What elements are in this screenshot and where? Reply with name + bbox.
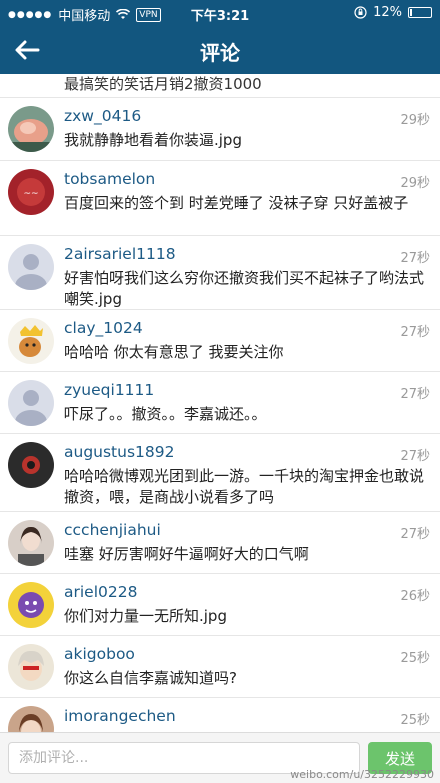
- comment-username[interactable]: clay_1024: [64, 319, 143, 337]
- orientation-lock-icon: [354, 6, 367, 19]
- comment-username[interactable]: zyueqi1111: [64, 381, 154, 399]
- comment-time: 27秒: [400, 325, 430, 340]
- post-caption-snippet: 最搞笑的笑话月销2撤资1000: [0, 74, 440, 98]
- comment-text: 我就静静地看着你装逼.jpg: [64, 131, 242, 149]
- avatar[interactable]: ~~: [8, 169, 54, 215]
- svg-text:~~: ~~: [23, 189, 38, 199]
- comment-time: 27秒: [400, 387, 430, 402]
- comment-time: 27秒: [400, 251, 430, 266]
- comment-time: 27秒: [400, 449, 430, 464]
- comment-item[interactable]: 2airsariel1118 27秒 好害怕呀我们这么穷你还撤资我们买不起袜子了…: [0, 236, 440, 310]
- comment-item[interactable]: zyueqi1111 27秒 吓尿了。。撤资。。李嘉诚还。。: [0, 372, 440, 434]
- status-right: 12%: [354, 5, 432, 20]
- comment-time: 25秒: [400, 713, 430, 728]
- comment-item[interactable]: akigoboo 25秒 你这么自信李嘉诚知道吗?: [0, 636, 440, 698]
- avatar[interactable]: [8, 106, 54, 152]
- comment-item[interactable]: clay_1024 27秒 哈哈哈 你太有意思了 我要关注你: [0, 310, 440, 372]
- comment-item[interactable]: zxw_0416 29秒 我就静静地看着你装逼.jpg: [0, 98, 440, 161]
- comment-item[interactable]: ariel0228 26秒 你们对力量一无所知.jpg: [0, 574, 440, 636]
- comment-item[interactable]: augustus1892 27秒 哈哈哈微博观光团到此一游。一千块的淘宝押金也敢…: [0, 434, 440, 512]
- comment-list[interactable]: 最搞笑的笑话月销2撤资1000 zxw_0416 29秒 我就静静地看着你装逼.…: [0, 74, 440, 732]
- comment-text: 你们对力量一无所知.jpg: [64, 607, 227, 625]
- comment-item[interactable]: ccchenjiahui 27秒 哇塞 好厉害啊好牛逼啊好大的口气啊: [0, 512, 440, 574]
- comment-text: 吓尿了。。撤资。。李嘉诚还。。: [64, 405, 267, 423]
- battery-icon: [408, 7, 432, 18]
- comment-text: 哇塞 好厉害啊好牛逼啊好大的口气啊: [64, 545, 309, 563]
- watermark: weibo.com/u/3252229930: [290, 768, 434, 781]
- avatar[interactable]: [8, 244, 54, 290]
- comment-username[interactable]: ccchenjiahui: [64, 521, 161, 539]
- comment-item[interactable]: ~~ tobsamelon 29秒 百度回来的签个到 时差党睡了 没袜子穿 只好…: [0, 161, 440, 236]
- avatar[interactable]: [8, 442, 54, 488]
- battery-fill: [410, 9, 412, 16]
- comment-text: 你这么自信李嘉诚知道吗?: [64, 669, 237, 687]
- comment-text: 哈哈哈微博观光团到此一游。一千块的淘宝押金也敢说撤资，喂，是商战小说看多了吗: [64, 467, 425, 506]
- battery-percent: 12%: [373, 5, 402, 20]
- comment-text: 哈哈哈 你太有意思了 我要关注你: [64, 343, 284, 361]
- comment-username[interactable]: augustus1892: [64, 443, 174, 461]
- avatar[interactable]: [8, 644, 54, 690]
- page-title: 评论: [200, 41, 240, 65]
- comment-input-bar: 发送 weibo.com/u/3252229930: [0, 732, 440, 783]
- comment-item[interactable]: imorangechen 25秒: [0, 698, 440, 732]
- comment-time: 25秒: [400, 651, 430, 666]
- comment-time: 29秒: [400, 113, 430, 128]
- comment-username[interactable]: imorangechen: [64, 707, 176, 725]
- avatar[interactable]: [8, 318, 54, 364]
- avatar[interactable]: [8, 582, 54, 628]
- status-bar: ●●●●● 中国移动 VPN 下午3:21 12%: [0, 0, 440, 26]
- comment-time: 27秒: [400, 527, 430, 542]
- avatar[interactable]: [8, 520, 54, 566]
- comment-time: 29秒: [400, 176, 430, 191]
- avatar[interactable]: [8, 706, 54, 732]
- avatar[interactable]: [8, 380, 54, 426]
- comment-text: 好害怕呀我们这么穷你还撤资我们买不起袜子了哟法式嘲笑.jpg: [64, 269, 425, 308]
- comment-username[interactable]: akigoboo: [64, 645, 135, 663]
- comment-time: 26秒: [400, 589, 430, 604]
- comment-username[interactable]: zxw_0416: [64, 107, 141, 125]
- comment-username[interactable]: 2airsariel1118: [64, 245, 176, 263]
- nav-bar: 评论: [0, 26, 440, 74]
- comment-text: 百度回来的签个到 时差党睡了 没袜子穿 只好盖被子: [64, 194, 409, 212]
- comment-username[interactable]: ariel0228: [64, 583, 137, 601]
- comment-username[interactable]: tobsamelon: [64, 170, 155, 188]
